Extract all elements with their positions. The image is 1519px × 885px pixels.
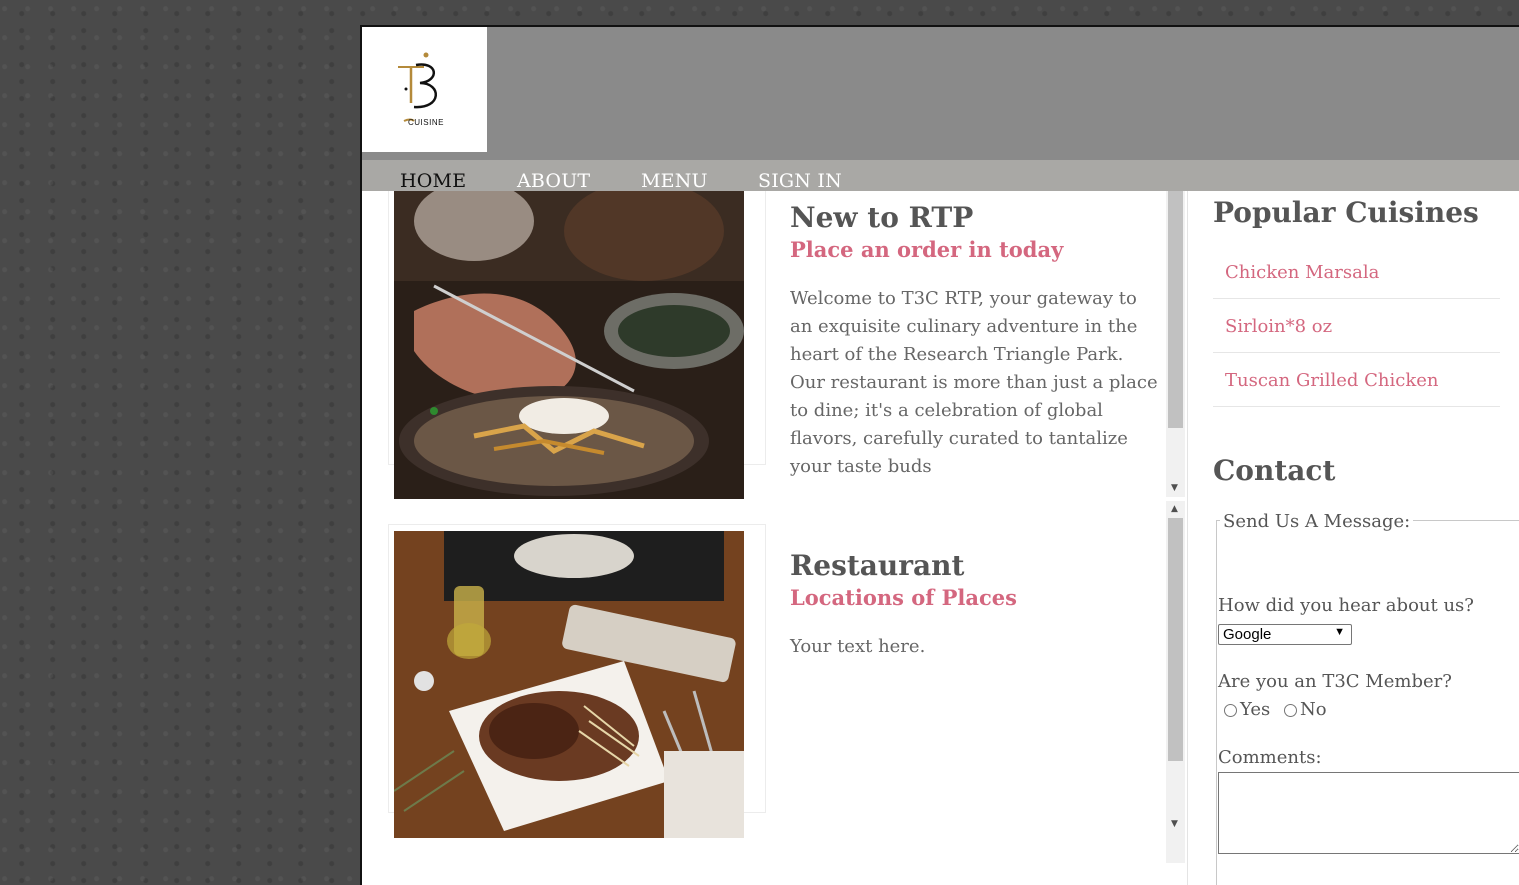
card-title: New to RTP [790, 201, 974, 234]
chef-plating-photo [394, 191, 744, 499]
card-body: Welcome to T3C RTP, your gateway to an e… [790, 288, 1158, 477]
card-subtitle: Locations of Places [790, 585, 1017, 610]
comments-textarea[interactable] [1218, 772, 1519, 854]
no-radio[interactable] [1283, 703, 1297, 717]
scroll-thumb[interactable] [1168, 191, 1183, 428]
site-header: CUISINE [362, 27, 1519, 160]
chevron-down-icon: ▼ [1334, 626, 1345, 638]
yes-radio[interactable] [1224, 703, 1237, 717]
card-scrollbar[interactable]: ▼ [1166, 191, 1185, 497]
list-item[interactable]: Sirloin*8 oz [1213, 299, 1500, 353]
card-title: Restaurant [790, 549, 965, 582]
cuisine-link[interactable]: Chicken Marsala [1213, 245, 1500, 283]
member-radio-group: Yes No [1224, 699, 1335, 720]
card-subtitle: Place an order in today [790, 237, 1064, 262]
contact-title: Contact [1213, 454, 1336, 487]
nav-about[interactable]: ABOUT [517, 170, 590, 192]
card-scrollbar[interactable]: ▲ ▼ [1166, 501, 1185, 863]
scroll-down-arrow-icon[interactable]: ▼ [1171, 483, 1178, 493]
scroll-thumb[interactable] [1168, 518, 1183, 761]
nav-sign-in[interactable]: SIGN IN [758, 170, 842, 192]
logo[interactable]: CUISINE [362, 27, 487, 152]
list-item[interactable]: Tuscan Grilled Chicken [1213, 353, 1500, 407]
hear-about-label: How did you hear about us? [1218, 595, 1474, 616]
nav-menu[interactable]: MENU [641, 170, 708, 192]
main-content: New to RTP Place an order in today Welco… [362, 191, 1187, 885]
contact-form: Send Us A Message: How did you hear abou… [1216, 511, 1519, 885]
comments-label: Comments: [1218, 747, 1322, 768]
page-container: CUISINE HOME ABOUT MENU SIGN IN New to R… [360, 25, 1519, 885]
list-item[interactable]: Chicken Marsala [1213, 245, 1500, 299]
yes-label: Yes [1240, 699, 1271, 720]
no-label: No [1299, 699, 1327, 720]
logo-wordmark: CUISINE [408, 118, 444, 127]
nav-home[interactable]: HOME [400, 170, 466, 192]
form-legend: Send Us A Message: [1220, 511, 1414, 532]
card-text: Restaurant Locations of Places Your text… [790, 549, 1162, 661]
card-text: New to RTP Place an order in today Welco… [790, 201, 1162, 481]
popular-cuisines-title: Popular Cuisines [1213, 196, 1479, 229]
scroll-down-arrow-icon[interactable]: ▼ [1171, 819, 1178, 829]
card-body: Your text here. [790, 636, 926, 657]
cuisine-link[interactable]: Tuscan Grilled Chicken [1213, 353, 1500, 391]
hear-about-select[interactable]: Google ▼ [1218, 624, 1352, 645]
steak-dinner-photo [394, 531, 744, 838]
select-value: Google [1223, 626, 1272, 643]
scroll-up-arrow-icon[interactable]: ▲ [1171, 504, 1178, 514]
popular-cuisines-list: Chicken Marsala Sirloin*8 oz Tuscan Gril… [1213, 245, 1500, 407]
sidebar: Popular Cuisines Chicken Marsala Sirloin… [1187, 191, 1519, 885]
member-label: Are you an T3C Member? [1218, 671, 1452, 692]
main-nav: HOME ABOUT MENU SIGN IN [362, 160, 1519, 192]
cuisine-link[interactable]: Sirloin*8 oz [1213, 299, 1500, 337]
